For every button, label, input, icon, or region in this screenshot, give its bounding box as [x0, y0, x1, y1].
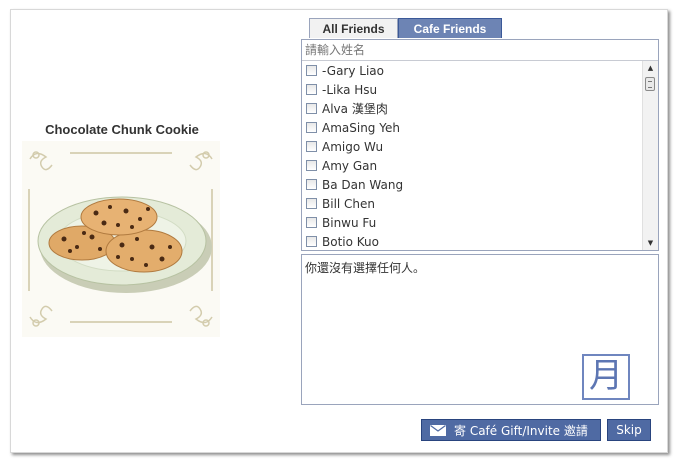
no-selection-message: 你還沒有選擇任何人。: [305, 261, 426, 275]
gift-title: Chocolate Chunk Cookie: [45, 122, 199, 137]
cookie-plate-illustration: [28, 151, 213, 327]
friend-name: Binwu Fu: [322, 215, 377, 230]
friend-item[interactable]: Amy Gan: [302, 156, 642, 175]
friend-checkbox[interactable]: [306, 65, 317, 76]
friend-name: Amy Gan: [322, 158, 378, 173]
friend-name: Alva 漢堡肉: [322, 102, 388, 116]
tab-cafe-friends[interactable]: Cafe Friends: [398, 18, 502, 38]
friend-checkbox[interactable]: [306, 198, 317, 209]
friend-checkbox[interactable]: [306, 122, 317, 133]
scroll-down-arrow-icon[interactable]: ▼: [643, 236, 658, 250]
scroll-thumb[interactable]: [645, 77, 655, 91]
send-button-label: 寄 Café Gift/Invite 邀請: [454, 423, 588, 438]
skip-button[interactable]: Skip: [607, 419, 651, 441]
friend-list-scrollbar[interactable]: ▲ ▼: [642, 61, 658, 250]
friend-checkbox[interactable]: [306, 103, 317, 114]
friend-checkbox[interactable]: [306, 217, 317, 228]
moon-badge-icon: 月: [582, 354, 630, 400]
send-gift-invite-button[interactable]: 寄 Café Gift/Invite 邀請: [421, 419, 601, 441]
friend-checkbox[interactable]: [306, 160, 317, 171]
friend-item[interactable]: Ba Dan Wang: [302, 175, 642, 194]
scroll-up-arrow-icon[interactable]: ▲: [643, 61, 658, 75]
friend-item[interactable]: -Lika Hsu: [302, 80, 642, 99]
friend-checkbox[interactable]: [306, 141, 317, 152]
friend-name: Botio Kuo: [322, 234, 379, 249]
friend-checkbox[interactable]: [306, 179, 317, 190]
tab-all-friends[interactable]: All Friends: [309, 18, 398, 38]
friend-item[interactable]: Bill Chen: [302, 194, 642, 213]
friend-name: AmaSing Yeh: [322, 120, 400, 135]
friend-list: -Gary Liao -Lika Hsu Alva 漢堡肉 AmaSing Ye…: [302, 61, 642, 250]
friend-name: Amigo Wu: [322, 139, 384, 154]
friend-item[interactable]: Alva 漢堡肉: [302, 99, 642, 118]
friend-name: -Gary Liao: [322, 63, 384, 78]
friend-item[interactable]: -Gary Liao: [302, 61, 642, 80]
friend-picker: -Gary Liao -Lika Hsu Alva 漢堡肉 AmaSing Ye…: [301, 39, 659, 251]
friend-name: Bill Chen: [322, 196, 376, 211]
friend-checkbox[interactable]: [306, 84, 317, 95]
envelope-icon: [430, 424, 446, 436]
friend-item[interactable]: Botio Kuo: [302, 232, 642, 250]
gift-image: [22, 141, 220, 337]
friend-checkbox[interactable]: [306, 236, 317, 247]
friend-name: -Lika Hsu: [322, 82, 378, 97]
friend-item[interactable]: Amigo Wu: [302, 137, 642, 156]
friend-item[interactable]: Binwu Fu: [302, 213, 642, 232]
friend-item[interactable]: AmaSing Yeh: [302, 118, 642, 137]
friend-name: Ba Dan Wang: [322, 177, 404, 192]
friend-search-input[interactable]: [302, 40, 658, 61]
